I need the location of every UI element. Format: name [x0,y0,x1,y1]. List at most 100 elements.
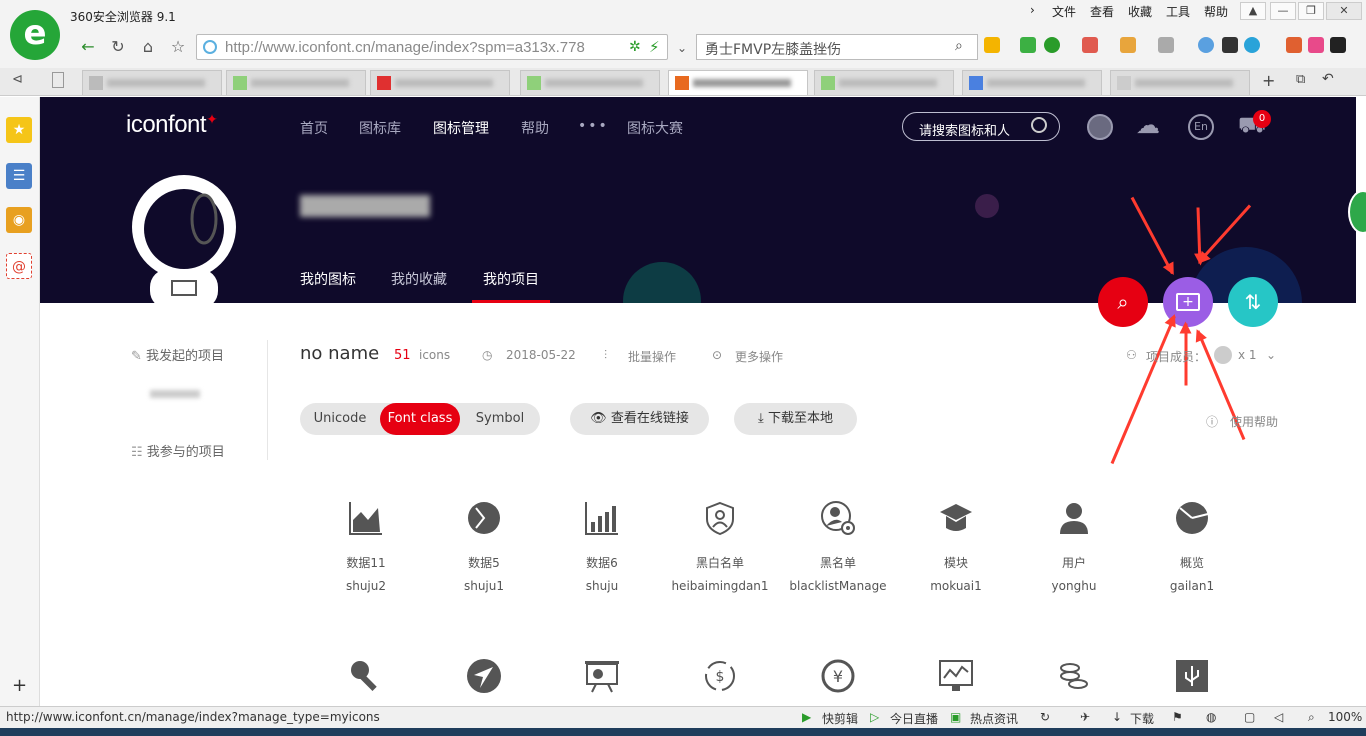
address-bar[interactable]: http://www.iconfont.cn/manage/index?spm=… [196,34,668,60]
chevron-down-icon[interactable]: ⌄ [670,36,694,60]
site-search-input[interactable]: 请搜索图标和人 [902,112,1060,141]
view-online-link-button[interactable]: 👁 查看在线链接 [570,403,709,435]
home-icon[interactable]: ⌂ [136,35,160,59]
browser-tab[interactable] [226,70,366,95]
page-icon[interactable] [52,72,64,88]
icon-card[interactable] [1015,658,1133,698]
joined-projects-link[interactable]: ☷ 我参与的项目 [131,441,225,460]
browser-tab-active[interactable] [668,70,808,95]
nav-contest[interactable]: 图标大赛 [627,118,683,138]
sidebar-toggle-icon[interactable]: ⊲ [12,72,23,87]
menu-favorites[interactable]: 收藏 [1128,3,1152,20]
add-sidebar-icon[interactable]: + [12,675,27,696]
shopping-icon[interactable] [1308,37,1324,53]
email-icon[interactable]: @ [6,253,32,279]
zoom-level[interactable]: 100% [1328,710,1362,724]
quick-edit-link[interactable]: 快剪辑 [822,710,858,727]
game-icon[interactable] [1120,37,1136,53]
undo-close-icon[interactable]: ↶ [1322,71,1334,87]
new-tab-icon[interactable]: + [1262,71,1275,90]
tab-font-class[interactable]: Font class [380,403,460,435]
back-icon[interactable]: ← [76,35,100,59]
tab-my-projects[interactable]: 我的项目 [483,269,539,289]
restore-tabs-icon[interactable]: ⧉ [1296,72,1305,87]
icon-card[interactable]: 数据6 shuju [543,500,661,593]
menu-arrow-icon[interactable]: › [1030,3,1035,17]
nav-home[interactable]: 首页 [300,118,328,138]
menu-tools[interactable]: 工具 [1166,3,1190,20]
menu-view[interactable]: 查看 [1090,3,1114,20]
started-projects-link[interactable]: ✎ 我发起的项目 [131,345,224,364]
refresh-status-icon[interactable]: ↻ [1040,710,1050,724]
user-avatar-icon[interactable] [1087,114,1113,140]
icon-card[interactable] [1133,658,1251,698]
browser-search-input[interactable]: 勇士FMVP左膝盖挫伤 ⌕ [696,34,978,60]
window-icon[interactable]: ▢ [1244,710,1255,724]
zoom-status-icon[interactable]: ⌕ [1308,710,1315,725]
usage-help-link[interactable]: 使用帮助 [1230,413,1278,430]
icon-card[interactable]: 数据11 shuju2 [307,500,425,593]
site-logo[interactable]: iconfont✦ [126,111,218,139]
reader-icon[interactable] [1020,37,1036,53]
icon-card[interactable] [897,658,1015,698]
globe-icon[interactable]: ◍ [1206,710,1216,724]
favorites-star-icon[interactable]: ★ [6,117,32,143]
browser-tab[interactable] [82,70,222,95]
download-button[interactable]: ⤓ 下载至本地 [734,403,857,435]
wallet-icon[interactable] [1044,37,1060,53]
info-icon[interactable] [1244,37,1260,53]
member-avatar[interactable] [1214,346,1232,364]
pin-icon[interactable]: ▲ [1240,2,1266,20]
members-label[interactable]: 项目成员： [1146,348,1206,365]
batch-operation[interactable]: 批量操作 [628,348,676,365]
qrcode-icon[interactable] [1222,37,1238,53]
tab-my-icons[interactable]: 我的图标 [300,269,356,289]
browser-tab[interactable] [520,70,660,95]
tab-unicode[interactable]: Unicode [300,403,380,435]
icon-card[interactable]: 黑白名单 heibaimingdan1 [661,500,779,593]
icon-card[interactable]: $ [661,658,779,698]
translate-icon[interactable] [1082,37,1098,53]
icon-card[interactable]: 用户 yonghu [1015,500,1133,593]
weibo-icon[interactable]: ◉ [6,207,32,233]
nav-more[interactable]: ••• [578,118,609,134]
flag-icon[interactable]: ⚑ [1172,710,1183,724]
close-button[interactable]: ✕ [1326,2,1362,20]
icon-card[interactable]: 概览 gailan1 [1133,500,1251,593]
project-item-blurred[interactable] [150,390,200,398]
menu-file[interactable]: 文件 [1052,3,1076,20]
browser-tab[interactable] [814,70,954,95]
qr-scan-icon[interactable] [1330,37,1346,53]
icon-card[interactable] [425,658,543,698]
site-search-icon[interactable] [1031,117,1047,133]
nav-icon-manage[interactable]: 图标管理 [433,118,489,138]
icon-card[interactable]: 模块 mokuai1 [897,500,1015,593]
browser-tab[interactable] [370,70,510,95]
apps-icon[interactable] [984,37,1000,53]
chevron-down-icon[interactable]: ⌄ [1266,348,1276,362]
nav-help[interactable]: 帮助 [521,118,549,138]
zoom-icon[interactable] [1198,37,1214,53]
refresh-icon[interactable]: ↻ [106,35,130,59]
tab-symbol[interactable]: Symbol [460,403,540,435]
icon-card[interactable] [307,658,425,698]
sort-button[interactable]: ⇅ [1228,277,1278,327]
live-today-link[interactable]: 今日直播 [890,710,938,727]
pin-status-icon[interactable]: ✈ [1080,710,1090,724]
icon-card[interactable]: ¥ [779,658,897,698]
upload-cloud-icon[interactable]: ☁ [1136,111,1160,139]
news-icon[interactable]: ☰ [6,163,32,189]
star-icon[interactable]: ☆ [166,35,190,59]
gift-icon[interactable] [1286,37,1302,53]
browser-tab[interactable] [1110,70,1250,95]
minimize-button[interactable]: — [1270,2,1296,20]
nav-icon-library[interactable]: 图标库 [359,118,401,138]
tab-my-favorites[interactable]: 我的收藏 [391,269,447,289]
downloads-link[interactable]: 下载 [1130,710,1154,727]
hot-news-link[interactable]: 热点资讯 [970,710,1018,727]
sound-icon[interactable]: ◁ [1274,710,1283,724]
search-icon[interactable]: ⌕ [955,38,963,54]
icon-card[interactable] [543,658,661,698]
lang-switch[interactable]: En [1188,114,1214,140]
maximize-button[interactable]: ❐ [1298,2,1324,20]
